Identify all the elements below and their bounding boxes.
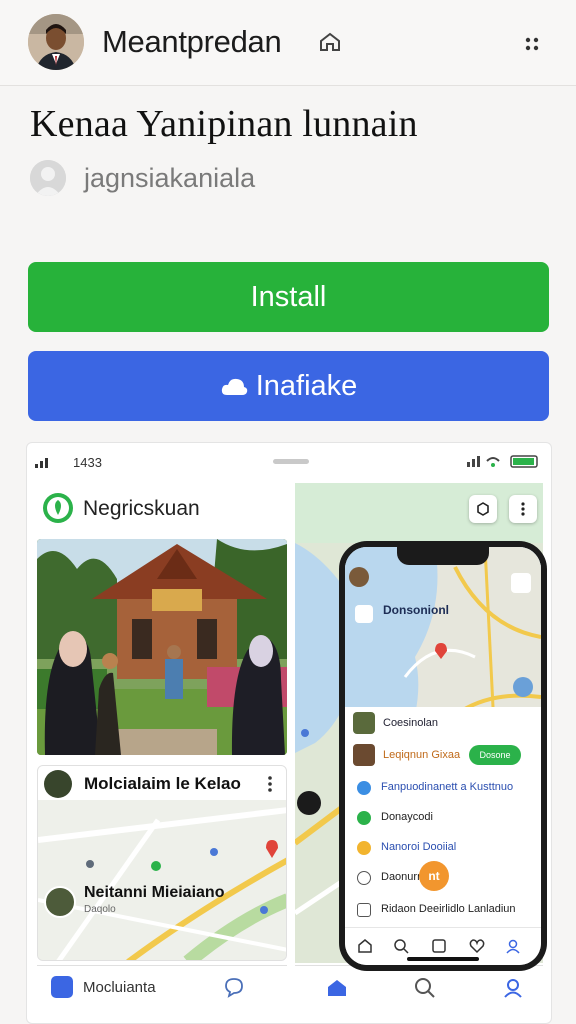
left-nav-label[interactable]: Mocluianta xyxy=(83,979,156,996)
person-avatar[interactable] xyxy=(44,886,76,918)
list-item-label: Donaycodi xyxy=(381,811,433,823)
profile-icon[interactable] xyxy=(501,976,525,1000)
result-thumb xyxy=(353,712,375,734)
top-app-bar: Meantpredan xyxy=(0,0,576,86)
phone-mockup: Donsonionl Coesinolan Leqiqnun Gixaa Dos… xyxy=(339,541,547,971)
secondary-button-label: Inafiake xyxy=(255,369,358,402)
heart-icon[interactable] xyxy=(469,938,485,954)
developer-avatar-icon xyxy=(30,160,66,196)
result-subtitle: Leqiqnun Gixaa xyxy=(383,749,461,761)
person-subtitle: Daqolo xyxy=(84,904,116,915)
profile-icon[interactable] xyxy=(505,938,521,954)
star-icon xyxy=(357,841,371,855)
phone-list-item[interactable]: Nanoroi Dooiial xyxy=(345,833,541,863)
left-panel: Negricskuan Molcialaim le Kelao Neitanni… xyxy=(37,483,287,1013)
directions-pill-button[interactable]: Dosone xyxy=(469,745,521,765)
more-dots-icon[interactable] xyxy=(520,32,544,56)
list-item-label: Ridaon Deeirlidlo Lanladiun xyxy=(381,903,516,915)
clock-icon xyxy=(357,871,371,885)
cloud-icon xyxy=(221,378,247,395)
app-shortcut-icon[interactable] xyxy=(51,976,73,998)
list-item-label: Nanoroi Dooiial xyxy=(381,841,457,853)
profile-avatar[interactable] xyxy=(28,14,84,70)
status-time: 1433 xyxy=(73,455,102,470)
home-icon[interactable] xyxy=(325,976,349,1000)
phone-screen[interactable]: Donsonionl Coesinolan Leqiqnun Gixaa Dos… xyxy=(345,547,541,965)
drag-handle[interactable] xyxy=(273,459,309,464)
layers-icon xyxy=(477,502,489,516)
install-button[interactable]: Install xyxy=(28,262,549,332)
chat-icon[interactable] xyxy=(223,976,245,998)
list-item-label: Fanpuodinanett a Kusttnuo xyxy=(381,781,514,793)
screenshot-preview[interactable]: 1433 Negricskuan Molcialaim le Kelao Nei… xyxy=(26,442,552,1024)
signal-icon xyxy=(35,457,48,468)
result-title: Coesinolan xyxy=(383,717,439,729)
phone-result-row-2[interactable]: Leqiqnun Gixaa Dosone xyxy=(345,739,541,771)
app-title: Kenaa Yanipinan lunnain xyxy=(30,103,418,145)
more-vert-icon xyxy=(521,502,525,516)
status-bar-left: 1433 xyxy=(35,455,102,470)
phone-result-row[interactable]: Coesinolan xyxy=(345,707,541,739)
phone-list-item[interactable]: Fanpuodinanett a Kusttnuo xyxy=(345,773,541,803)
left-app-name: Negricskuan xyxy=(83,497,200,520)
document-icon xyxy=(357,903,371,917)
install-button-label: Install xyxy=(250,280,327,313)
place-photo[interactable] xyxy=(37,539,287,755)
app-logo-icon xyxy=(43,493,73,523)
list-item-label: Daonurn xyxy=(381,871,424,883)
phone-map-label: Donsonionl xyxy=(383,603,449,617)
secondary-button[interactable]: Inafiake xyxy=(28,351,549,421)
person-name: Neitanni Mieiaiano xyxy=(84,884,225,901)
result-thumb-2 xyxy=(353,744,375,766)
app-name: Meantpredan xyxy=(102,24,282,59)
search-icon[interactable] xyxy=(413,976,437,1000)
map-card-title: Molcialaim le Kelao xyxy=(84,774,241,793)
more-vert-icon[interactable] xyxy=(262,775,278,793)
map-card-header: Molcialaim le Kelao xyxy=(38,766,286,800)
battery-wifi-icon xyxy=(467,455,538,468)
location-icon xyxy=(357,781,371,795)
bookmark-icon[interactable] xyxy=(431,938,447,954)
phone-list-item[interactable]: Donaycodi xyxy=(345,803,541,833)
home-icon[interactable] xyxy=(318,30,342,54)
mini-map[interactable] xyxy=(38,800,287,961)
layers-button[interactable] xyxy=(469,495,497,523)
orange-badge[interactable]: nt xyxy=(419,861,449,891)
phone-icon xyxy=(357,811,371,825)
right-bottom-nav xyxy=(295,965,543,1009)
map-more-button[interactable] xyxy=(509,495,537,523)
map-card[interactable]: Molcialaim le Kelao Neitanni Mieiaiano D… xyxy=(37,765,287,961)
developer-name[interactable]: jagnsiakaniala xyxy=(84,163,255,194)
home-indicator xyxy=(407,957,479,961)
search-icon[interactable] xyxy=(393,938,409,954)
home-icon[interactable] xyxy=(357,938,373,954)
left-bottom-nav: Mocluianta xyxy=(37,965,287,1009)
phone-notch xyxy=(397,547,489,565)
phone-list-item[interactable]: Ridaon Deeirlidlo Lanladiun xyxy=(345,895,541,925)
map-card-thumb xyxy=(44,770,72,798)
